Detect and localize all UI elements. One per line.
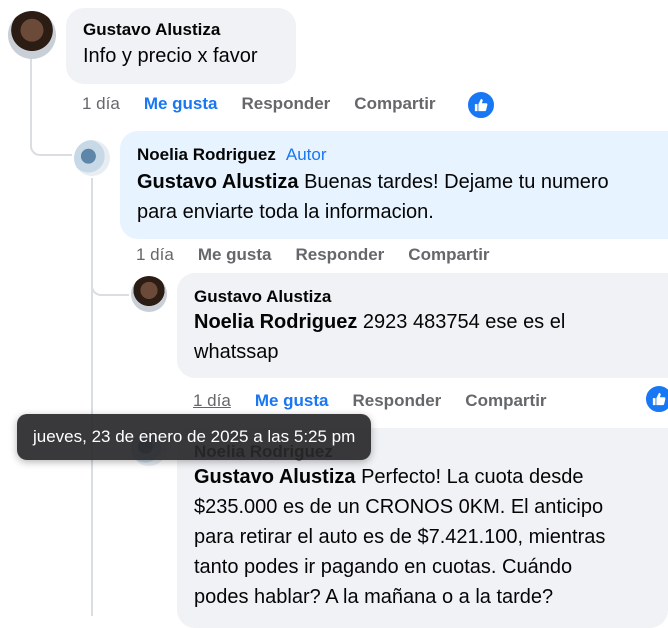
thread-line-curve [30,146,72,156]
comment-text-part: Perfecto! La cuota desde [355,466,584,488]
share-button[interactable]: Compartir [354,94,435,114]
comment-author[interactable]: Noelia Rodriguez [137,145,276,164]
comment-text-part: Buenas tardes! Dejame tu numero [298,171,609,193]
thread-line-curve [91,282,129,296]
comment-header: Noelia Rodriguez Autor [137,145,651,165]
comment-time[interactable]: 1 día [136,245,174,265]
comment-text-part: tanto podes ir pagando en cuotas. Cuándo [194,556,573,578]
avatar[interactable] [74,140,110,176]
avatar[interactable] [131,276,167,312]
comment-author[interactable]: Gustavo Alustiza [83,20,279,40]
comment-bubble: Gustavo Alustiza Info y precio x favor [66,8,296,84]
comment-text-part: whatssap [194,341,279,363]
reply-button[interactable]: Responder [353,391,442,411]
comment-text: Info y precio x favor [83,45,258,67]
like-button[interactable]: Me gusta [198,245,272,265]
comment-text: Gustavo Alustiza Buenas tardes! Dejame t… [137,167,651,227]
comment-text-part: para enviarte toda la informacion. [137,201,434,223]
comment-actions: 1 día Me gusta Responder Compartir [82,94,436,114]
share-button[interactable]: Compartir [465,391,546,411]
timestamp-tooltip: jueves, 23 de enero de 2025 a las 5:25 p… [17,414,372,460]
avatar[interactable] [8,11,56,59]
thread-line [91,178,93,616]
comment-time[interactable]: 1 día [82,94,120,114]
share-button[interactable]: Compartir [408,245,489,265]
thread-line [30,58,32,148]
comment-bubble: Noelia Rodriguez Autor Gustavo Alustiza B… [120,131,668,239]
like-button[interactable]: Me gusta [144,94,218,114]
mention-link[interactable]: Gustavo Alustiza [194,466,356,488]
comment-text: Gustavo Alustiza Perfecto! La cuota desd… [194,462,651,612]
comment-text-part: para retirar el auto es de $7.421.100, m… [194,526,606,548]
comment-author[interactable]: Gustavo Alustiza [194,287,651,307]
comment-text-part: $235.000 es de un CRONOS 0KM. El anticip… [194,496,604,518]
reply-button[interactable]: Responder [296,245,385,265]
comment-time[interactable]: 1 día [193,391,231,411]
comment-text-part: 2923 483754 ese es el [357,311,566,333]
comment-actions: 1 día Me gusta Responder Compartir [136,245,490,265]
like-button[interactable]: Me gusta [255,391,329,411]
comment-actions: 1 día Me gusta Responder Compartir [193,391,547,411]
reply-button[interactable]: Responder [242,94,331,114]
mention-link[interactable]: Gustavo Alustiza [137,171,299,193]
comment-bubble: Gustavo Alustiza Noelia Rodriguez 2923 4… [177,273,668,378]
comment-text-part: podes hablar? A la mañana o a la tarde? [194,586,554,608]
comment-text: Noelia Rodriguez 2923 483754 ese es el w… [194,307,651,367]
like-reaction-icon[interactable] [644,384,668,414]
mention-link[interactable]: Noelia Rodriguez [194,311,357,333]
like-reaction-icon[interactable] [466,90,496,120]
author-badge: Autor [285,145,327,164]
